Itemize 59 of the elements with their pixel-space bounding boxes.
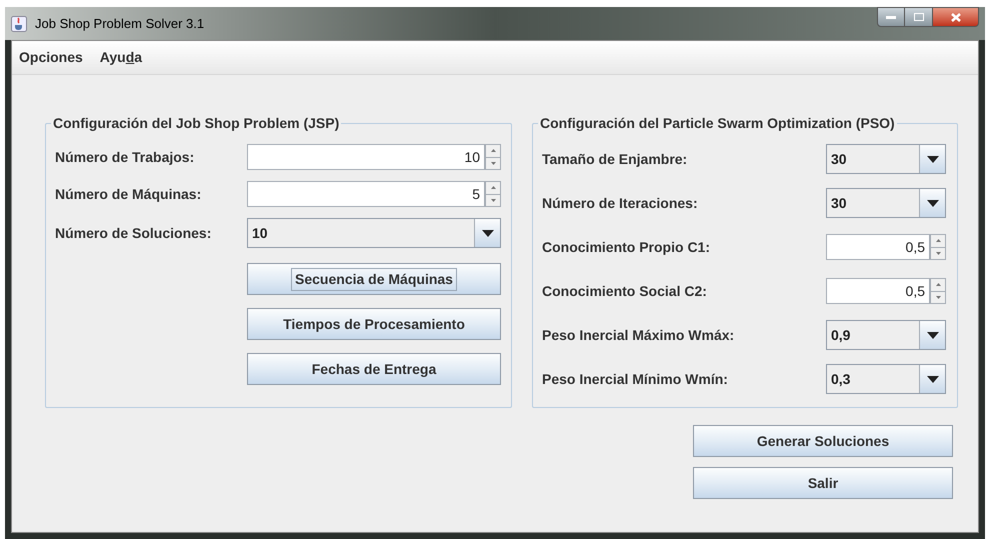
caret-down-icon [490, 162, 496, 165]
caret-down-icon [926, 332, 938, 338]
dropdown-value: 0,9 [830, 326, 852, 344]
spin-up-button[interactable] [485, 144, 501, 158]
dropdown[interactable]: 0,3 [826, 364, 946, 394]
spin-down-button[interactable] [930, 248, 946, 260]
minimize-button[interactable] [877, 7, 905, 27]
action-button[interactable]: Secuencia de Máquinas [247, 263, 501, 295]
action-button[interactable]: Generar Soluciones [693, 425, 953, 457]
dropdown-value: 0,3 [830, 370, 852, 388]
spin-up-button[interactable] [930, 234, 946, 248]
spin-down-button[interactable] [930, 292, 946, 304]
caret-up-icon [490, 149, 496, 152]
field-label: Número de Máquinas: [55, 184, 202, 204]
number-field[interactable]: 5 [247, 181, 485, 207]
dropdown-value: 10 [251, 224, 269, 242]
field-label: Número de Iteraciones: [542, 194, 699, 212]
caret-down-icon [936, 296, 940, 299]
field-label: Conocimiento Propio C1: [542, 238, 711, 257]
minimize-icon [886, 16, 896, 18]
maximize-button[interactable] [905, 7, 932, 27]
caret-up-icon [490, 186, 496, 190]
action-button[interactable]: Fechas de Entrega [247, 353, 501, 385]
caret-down-icon [490, 198, 496, 202]
menu-item[interactable]: Opciones [17, 47, 85, 68]
number-field[interactable]: 0,5 [826, 234, 930, 260]
field-label: Conocimiento Social C2: [542, 282, 708, 300]
dropdown-value: 30 [830, 194, 848, 212]
caret-down-icon [926, 200, 938, 206]
number-field[interactable]: 0,5 [826, 278, 930, 304]
window-title: Job Shop Problem Solver 3.1 [35, 14, 204, 33]
action-button[interactable]: Salir [693, 467, 953, 499]
maximize-icon [914, 13, 924, 21]
caret-down-icon [926, 376, 938, 382]
spin-down-button[interactable] [485, 158, 501, 170]
dropdown[interactable]: 30 [826, 144, 946, 174]
dropdown-value: 30 [830, 150, 848, 168]
field-label: Peso Inercial Máximo Wmáx: [542, 326, 736, 344]
spin-up-button[interactable] [485, 181, 501, 194]
field-label: Número de Soluciones: [55, 224, 212, 242]
dropdown[interactable]: 30 [826, 188, 946, 218]
spin-down-button[interactable] [485, 194, 501, 207]
caret-down-icon [936, 252, 940, 255]
action-button[interactable]: Tiempos de Procesamiento [247, 308, 501, 340]
java-cup-icon [11, 16, 27, 32]
field-label: Número de Trabajos: [55, 148, 196, 167]
caret-down-icon [482, 230, 494, 236]
caret-up-icon [936, 239, 940, 242]
dropdown[interactable]: 0,9 [826, 320, 946, 350]
caret-down-icon [926, 156, 938, 162]
close-icon [950, 12, 960, 22]
field-label: Peso Inercial Mínimo Wmín: [542, 370, 729, 388]
number-field[interactable]: 10 [247, 144, 485, 170]
dropdown[interactable]: 10 [247, 218, 501, 248]
close-button[interactable] [932, 7, 979, 27]
field-label: Tamaño de Enjambre: [542, 150, 688, 169]
caret-up-icon [936, 283, 940, 286]
spin-up-button[interactable] [930, 278, 946, 292]
menu-item[interactable]: Ayuda [98, 47, 144, 68]
